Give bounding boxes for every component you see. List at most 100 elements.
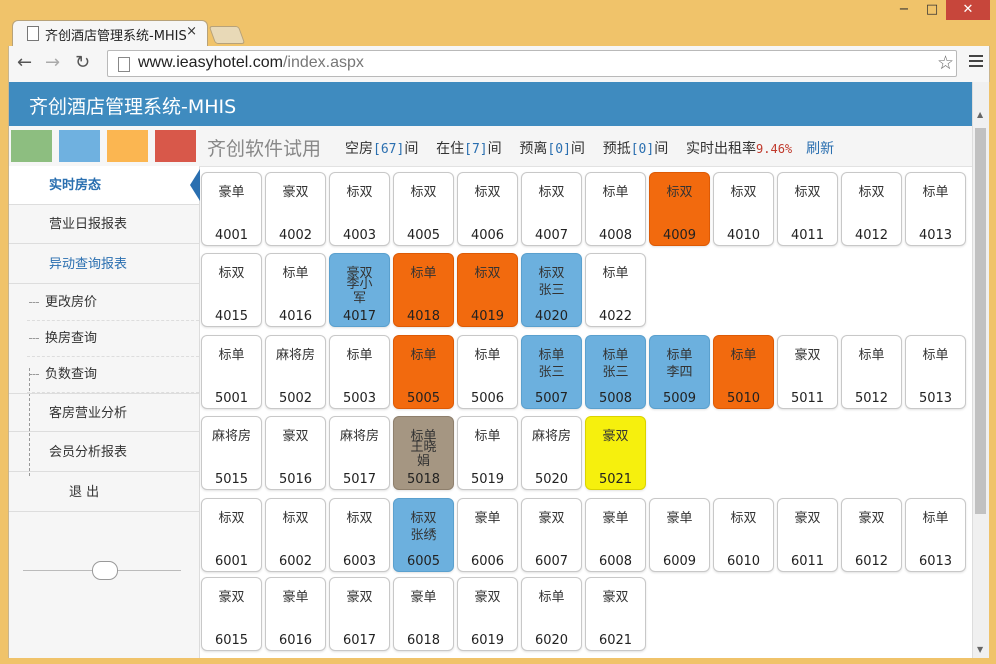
room-card[interactable]: 标双 4003 xyxy=(329,172,390,246)
room-card[interactable]: 标单 5006 xyxy=(457,335,518,409)
room-type: 标双 xyxy=(346,185,373,200)
room-card[interactable]: 豪双 6021 xyxy=(585,577,646,651)
room-card[interactable]: 豪双 6011 xyxy=(777,498,838,572)
room-card[interactable]: 标单 5005 xyxy=(393,335,454,409)
room-card[interactable]: 豪单 6018 xyxy=(393,577,454,651)
room-card[interactable]: 标单 4022 xyxy=(585,253,646,327)
room-card[interactable]: 标单 5003 xyxy=(329,335,390,409)
browser-tab[interactable]: 齐创酒店管理系统-MHIS × xyxy=(12,20,208,46)
room-card[interactable]: 豪双 5021 xyxy=(585,416,646,490)
theme-swatch-green[interactable] xyxy=(11,130,52,162)
back-arrow-icon[interactable]: ← xyxy=(17,52,32,73)
room-card[interactable]: 标双 4015 xyxy=(201,253,262,327)
sidebar-item-change-report[interactable]: 异动查询报表 xyxy=(9,245,199,284)
sidebar-item-member-report[interactable]: 会员分析报表 xyxy=(9,433,199,472)
room-card[interactable]: 标单 李四 5009 xyxy=(649,335,710,409)
sidebar-subitem-room-change[interactable]: 换房查询 xyxy=(27,321,199,357)
minimize-button[interactable]: − xyxy=(890,0,918,20)
menu-icon[interactable] xyxy=(969,52,983,70)
room-number: 6002 xyxy=(278,554,313,569)
room-number: 4018 xyxy=(406,309,441,324)
tab-close-icon[interactable]: × xyxy=(186,24,197,39)
room-card[interactable]: 豪双 5011 xyxy=(777,335,838,409)
room-card[interactable]: 标单 5012 xyxy=(841,335,902,409)
vertical-scrollbar[interactable]: ▲ ▼ xyxy=(972,82,989,658)
sidebar-subitem-negative[interactable]: 负数查询 xyxy=(27,357,199,393)
room-card[interactable]: 豪单 6006 xyxy=(457,498,518,572)
theme-swatch-orange[interactable] xyxy=(107,130,148,162)
sidebar-item-daily-report[interactable]: 营业日报报表 xyxy=(9,205,199,244)
room-card[interactable]: 标单 5001 xyxy=(201,335,262,409)
room-card[interactable]: 标双 6010 xyxy=(713,498,774,572)
room-card[interactable]: 标双 6003 xyxy=(329,498,390,572)
room-card[interactable]: 标双 张绣 6005 xyxy=(393,498,454,572)
room-number: 4010 xyxy=(726,228,761,243)
room-card[interactable]: 豪单 6016 xyxy=(265,577,326,651)
room-card[interactable]: 豪双 李小军 4017 xyxy=(329,253,390,327)
room-type: 豪单 xyxy=(474,511,501,526)
room-card[interactable]: 麻将房 5002 xyxy=(265,335,326,409)
room-card[interactable]: 标单 4013 xyxy=(905,172,966,246)
close-window-button[interactable]: ✕ xyxy=(946,0,990,20)
sidebar-subitem-price-change[interactable]: 更改房价 xyxy=(27,285,199,321)
room-card[interactable]: 豪双 5016 xyxy=(265,416,326,490)
address-bar[interactable]: www.ieasyhotel.com/index.aspx ☆ xyxy=(107,50,957,77)
room-card[interactable]: 标双 4011 xyxy=(777,172,838,246)
room-card[interactable]: 豪双 6017 xyxy=(329,577,390,651)
scroll-up-icon[interactable]: ▲ xyxy=(977,110,983,119)
theme-swatch-blue[interactable] xyxy=(59,130,100,162)
refresh-link[interactable]: 刷新 xyxy=(806,141,834,157)
room-card[interactable]: 标单 张三 5008 xyxy=(585,335,646,409)
room-card[interactable]: 标双 6002 xyxy=(265,498,326,572)
url-text[interactable]: www.ieasyhotel.com/index.aspx xyxy=(138,54,364,72)
forward-arrow-icon[interactable]: → xyxy=(45,52,60,73)
sidebar-item-logout[interactable]: 退 出 xyxy=(9,473,199,512)
room-card[interactable]: 标双 4006 xyxy=(457,172,518,246)
room-card[interactable]: 标双 4010 xyxy=(713,172,774,246)
room-card[interactable]: 豪双 6012 xyxy=(841,498,902,572)
room-card[interactable]: 标双 4019 xyxy=(457,253,518,327)
scroll-down-icon[interactable]: ▼ xyxy=(977,645,983,654)
reload-icon[interactable]: ↻ xyxy=(75,52,90,73)
room-card[interactable]: 标单 6013 xyxy=(905,498,966,572)
slider-knob[interactable] xyxy=(92,561,118,580)
room-type: 标单 xyxy=(538,348,565,363)
sidebar-item-room-analysis[interactable]: 客房营业分析 xyxy=(9,393,199,432)
room-type: 豪双 xyxy=(602,590,629,605)
scrollbar-thumb[interactable] xyxy=(975,128,986,514)
room-card[interactable]: 麻将房 5015 xyxy=(201,416,262,490)
room-card[interactable]: 豪双 6019 xyxy=(457,577,518,651)
room-card[interactable]: 麻将房 5020 xyxy=(521,416,582,490)
maximize-button[interactable]: □ xyxy=(918,0,946,20)
sidebar-item-room-status[interactable]: 实时房态 xyxy=(9,166,200,205)
room-card[interactable]: 标双 张三 4020 xyxy=(521,253,582,327)
room-type: 标单 xyxy=(282,266,309,281)
room-card[interactable]: 豪双 6007 xyxy=(521,498,582,572)
room-card[interactable]: 标单 4016 xyxy=(265,253,326,327)
room-card[interactable]: 麻将房 5017 xyxy=(329,416,390,490)
room-card[interactable]: 豪双 6015 xyxy=(201,577,262,651)
room-card[interactable]: 豪双 4002 xyxy=(265,172,326,246)
room-card[interactable]: 豪单 4001 xyxy=(201,172,262,246)
room-card[interactable]: 标双 4007 xyxy=(521,172,582,246)
new-tab-button[interactable] xyxy=(208,26,246,44)
room-card[interactable]: 豪单 6008 xyxy=(585,498,646,572)
room-card[interactable]: 标单 5010 xyxy=(713,335,774,409)
room-type: 麻将房 xyxy=(275,348,315,363)
room-card[interactable]: 标双 4009 xyxy=(649,172,710,246)
room-card[interactable]: 标单 6020 xyxy=(521,577,582,651)
room-card[interactable]: 标双 4012 xyxy=(841,172,902,246)
room-card[interactable]: 标双 6001 xyxy=(201,498,262,572)
guest-name: 王晓娟 xyxy=(410,440,437,469)
room-card[interactable]: 标单 5019 xyxy=(457,416,518,490)
room-card[interactable]: 标双 4005 xyxy=(393,172,454,246)
room-card[interactable]: 标单 5013 xyxy=(905,335,966,409)
room-card[interactable]: 标单 4008 xyxy=(585,172,646,246)
room-card[interactable]: 标单 张三 5007 xyxy=(521,335,582,409)
bookmark-star-icon[interactable]: ☆ xyxy=(937,52,954,74)
theme-swatch-red[interactable] xyxy=(155,130,196,162)
room-card[interactable]: 豪单 6009 xyxy=(649,498,710,572)
room-card[interactable]: 标单 王晓娟 5018 xyxy=(393,416,454,490)
room-number: 5015 xyxy=(214,472,249,487)
room-card[interactable]: 标单 4018 xyxy=(393,253,454,327)
